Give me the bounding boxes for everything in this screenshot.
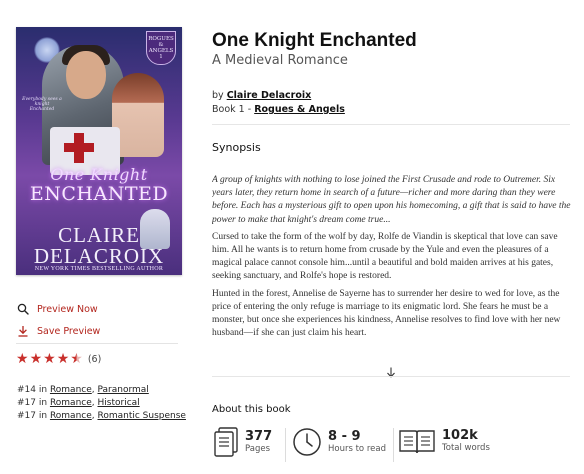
book-cover[interactable]: ROGUES & ANGELS 1 Everybody sees a knigh…: [16, 27, 182, 275]
cover-series-badge: ROGUES & ANGELS 1: [146, 31, 176, 65]
download-icon: [18, 326, 28, 337]
rank-category-link[interactable]: Romance: [50, 385, 92, 395]
rank-category-link[interactable]: Romance: [50, 398, 92, 408]
save-preview-button[interactable]: Save Preview: [17, 325, 100, 337]
author-link[interactable]: Claire Delacroix: [227, 90, 312, 101]
rank-subcategory-link[interactable]: Romantic Suspense: [98, 411, 186, 421]
rank-row: #17 in Romance, Romantic Suspense: [17, 411, 186, 421]
synopsis-fade: [212, 336, 572, 358]
star-icon: ★: [16, 351, 29, 367]
rank-row: #14 in Romance, Paranormal: [17, 385, 149, 395]
search-icon: [17, 303, 29, 315]
stat-pages: 377 Pages: [213, 427, 272, 457]
about-heading: About this book: [212, 404, 291, 415]
author-line: by Claire Delacroix: [212, 90, 311, 101]
star-half-icon: ★: [70, 351, 83, 367]
hours-unit: Hours to read: [328, 443, 386, 454]
cover-title-line1: One Knight: [50, 165, 148, 184]
rank-subcategory-link[interactable]: Paranormal: [98, 385, 149, 395]
open-book-icon: [399, 430, 435, 454]
series-line: Book 1 - Rogues & Angels: [212, 104, 345, 115]
stat-words: 102k Total words: [398, 427, 490, 455]
cover-nyt-banner: NEW YORK TIMES BESTSELLING AUTHOR: [34, 266, 164, 272]
rating-count: (6): [87, 353, 102, 365]
rank-row: #17 in Romance, Historical: [17, 398, 140, 408]
hours-value: 8 - 9: [328, 428, 361, 444]
synopsis-text: A group of knights with nothing to lose …: [212, 174, 572, 356]
synopsis-paragraph: Cursed to take the form of the wolf by d…: [212, 231, 558, 282]
cover-cross-bar: [64, 143, 94, 152]
clock-icon: [293, 428, 321, 456]
stat-hours: 8 - 9 Hours to read: [292, 427, 386, 457]
book-subtitle: A Medieval Romance: [212, 53, 348, 68]
star-icon: ★: [43, 351, 56, 367]
rank-position: #14 in: [17, 385, 48, 395]
category-ranks: #14 in Romance, Paranormal #17 in Romanc…: [17, 384, 186, 423]
save-preview-label: Save Preview: [37, 325, 101, 337]
cover-knight-face: [66, 51, 106, 99]
star-icon: ★: [29, 351, 43, 367]
pages-value: 377: [245, 428, 273, 444]
rank-position: #17 in: [17, 398, 48, 408]
stat-separator: [285, 428, 286, 462]
preview-now-label: Preview Now: [37, 303, 98, 315]
cover-tagline: Everybody sees a knight Enchanted: [22, 97, 62, 112]
rank-subcategory-link[interactable]: Historical: [98, 398, 140, 408]
pages-unit: Pages: [245, 443, 271, 454]
synopsis-paragraph: A group of knights with nothing to lose …: [212, 175, 571, 225]
rank-position: #17 in: [17, 411, 48, 421]
series-link[interactable]: Rogues & Angels: [254, 104, 345, 115]
star-icon: ★: [56, 351, 70, 367]
expand-synopsis-button[interactable]: [386, 367, 396, 381]
synopsis-heading: Synopsis: [212, 141, 261, 154]
rank-category-link[interactable]: Romance: [50, 411, 92, 421]
book-stack-icon: [214, 427, 238, 457]
star-rating[interactable]: ★ ★ ★ ★ ★ (6): [16, 352, 101, 366]
preview-now-button[interactable]: Preview Now: [17, 303, 98, 315]
book-title: One Knight Enchanted: [212, 30, 417, 51]
header-divider: [212, 124, 570, 125]
series-prefix: Book 1 -: [212, 104, 252, 115]
words-value: 102k: [442, 427, 478, 443]
cover-title-line2: ENCHANTED: [29, 183, 169, 205]
by-prefix: by: [212, 90, 224, 101]
synopsis-divider: [212, 376, 570, 377]
left-divider: [16, 343, 178, 344]
words-unit: Total words: [442, 442, 490, 453]
synopsis-paragraph: Hunted in the forest, Annelise de Sayern…: [212, 288, 561, 339]
stat-separator: [393, 428, 394, 462]
